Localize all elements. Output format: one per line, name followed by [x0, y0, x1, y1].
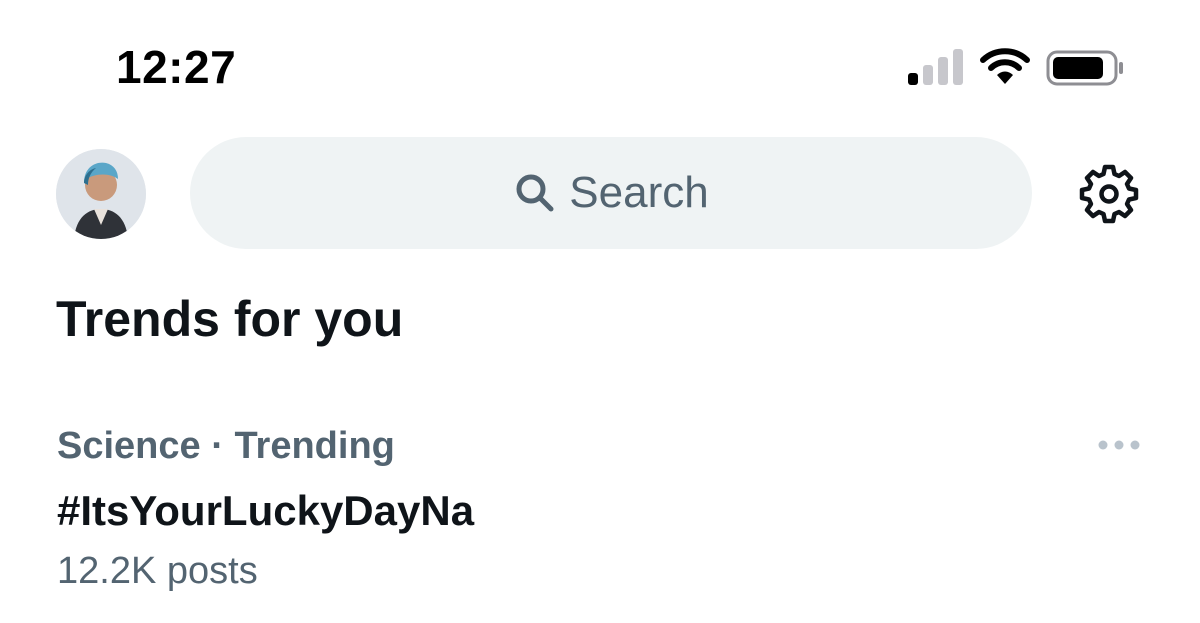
- status-time: 12:27: [116, 41, 237, 93]
- section-title: Trends for you: [56, 291, 404, 347]
- trend-status: Trending: [234, 425, 395, 467]
- search-input[interactable]: Search: [190, 137, 1032, 249]
- trend-separator: ·: [211, 425, 224, 467]
- status-bar: 12:27: [0, 0, 1200, 130]
- trend-post-count: 12.2K posts: [57, 550, 258, 592]
- trend-item[interactable]: Science · Trending #ItsYourLuckyDayNa 12…: [0, 415, 1200, 605]
- trend-meta: Science · Trending: [57, 425, 395, 468]
- search-placeholder: Search: [569, 168, 709, 217]
- signal-icon: [908, 49, 963, 85]
- profile-avatar[interactable]: [56, 149, 146, 239]
- header: Search: [0, 135, 1200, 255]
- wifi-icon: [980, 48, 1030, 84]
- more-horizontal-icon[interactable]: [1096, 433, 1142, 457]
- search-icon: [513, 171, 557, 215]
- trend-category: Science: [57, 425, 201, 467]
- trend-name: #ItsYourLuckyDayNa: [57, 487, 475, 534]
- battery-icon: [1046, 50, 1123, 86]
- gear-icon[interactable]: [1078, 163, 1140, 225]
- avatar-icon: [56, 149, 146, 239]
